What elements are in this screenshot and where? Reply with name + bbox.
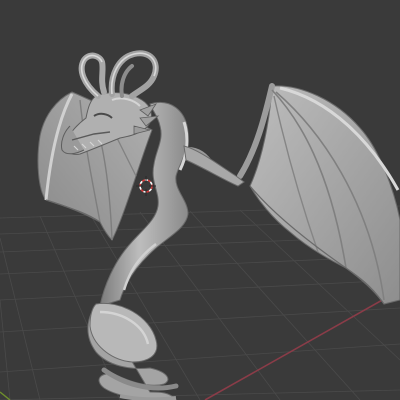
3d-viewport[interactable] <box>0 0 400 400</box>
viewport-canvas[interactable] <box>0 0 400 400</box>
